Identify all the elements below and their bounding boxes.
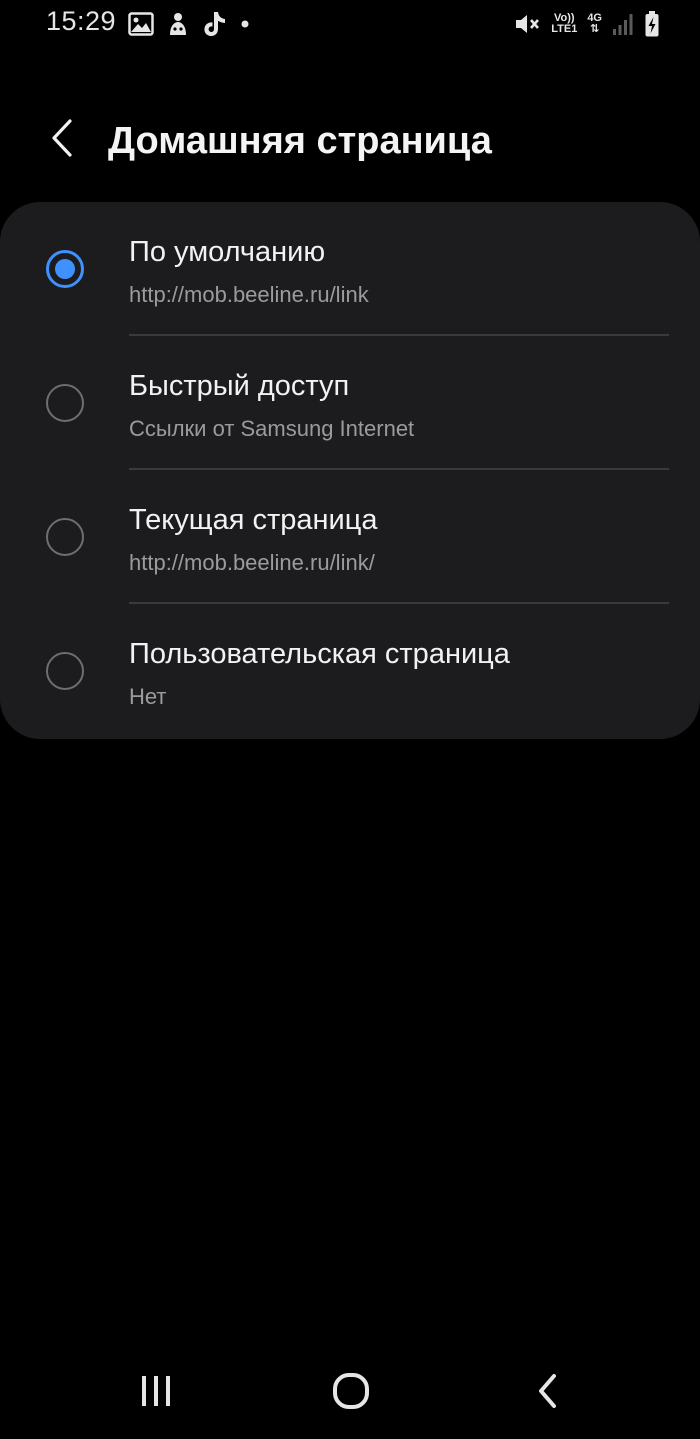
homepage-options-list: По умолчанию http://mob.beeline.ru/link … [0, 202, 700, 739]
navigation-bar [0, 1350, 700, 1439]
system-status-icons: Vo)) LTE1 4G ⇅ [513, 8, 660, 40]
radio-button[interactable] [46, 518, 84, 556]
option-title: Быстрый доступ [129, 370, 350, 402]
network-4g-icon: 4G ⇅ [587, 13, 602, 35]
mute-icon [513, 11, 541, 37]
option-subtitle: http://mob.beeline.ru/link [129, 282, 369, 307]
chevron-left-icon [50, 118, 74, 163]
volte-icon: Vo)) LTE1 [551, 13, 577, 35]
option-quick-access[interactable]: Быстрый доступ Ссылки от Samsung Interne… [0, 336, 700, 470]
status-time: 15:29 [46, 6, 117, 36]
nav-back-button[interactable] [518, 1368, 578, 1418]
app-bar: Домашняя страница [0, 104, 700, 180]
signal-icon [612, 12, 634, 36]
more-notifications-dot-icon [240, 19, 250, 29]
option-current-page[interactable]: Текущая страница http://mob.beeline.ru/l… [0, 470, 700, 604]
tiktok-icon [202, 10, 228, 38]
recent-apps-icon [138, 1374, 174, 1413]
radio-button-checked[interactable] [46, 250, 84, 288]
option-subtitle: http://mob.beeline.ru/link/ [129, 550, 375, 575]
radio-dot [55, 259, 75, 279]
recent-apps-button[interactable] [126, 1368, 186, 1418]
option-custom-page[interactable]: Пользовательская страница Нет [0, 604, 700, 738]
option-title: По умолчанию [129, 236, 326, 268]
home-icon [331, 1371, 371, 1416]
gallery-icon [128, 12, 154, 36]
option-subtitle: Нет [129, 684, 167, 709]
app-notification-icon [166, 11, 190, 37]
option-default[interactable]: По умолчанию http://mob.beeline.ru/link [0, 202, 700, 336]
option-title: Текущая страница [129, 504, 378, 536]
radio-button[interactable] [46, 384, 84, 422]
back-icon [536, 1373, 560, 1414]
home-button[interactable] [321, 1368, 381, 1418]
radio-button[interactable] [46, 652, 84, 690]
notification-icons [128, 10, 250, 38]
battery-charging-icon [644, 10, 660, 38]
option-subtitle: Ссылки от Samsung Internet [129, 416, 415, 441]
status-bar: 15:29 Vo)) LTE1 4G ⇅ [0, 0, 700, 48]
back-button[interactable] [40, 118, 84, 162]
volte-label-bottom: LTE1 [551, 23, 578, 35]
data-arrows-icon: ⇅ [590, 23, 600, 35]
option-title: Пользовательская страница [129, 638, 510, 670]
page-title: Домашняя страница [108, 120, 492, 162]
